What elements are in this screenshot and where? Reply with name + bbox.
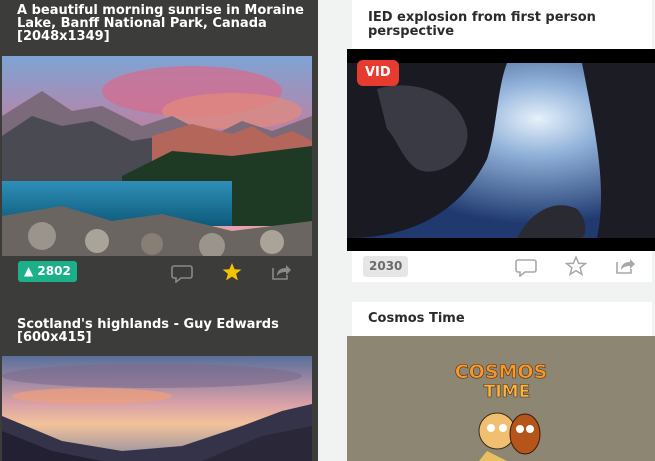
post-title[interactable]: Cosmos Time <box>352 302 652 336</box>
star-outline-icon[interactable] <box>565 256 587 276</box>
post-image-moraine-lake[interactable] <box>2 56 312 256</box>
share-icon[interactable] <box>615 256 637 276</box>
cartoon-image: COSMOS TIME <box>347 336 655 461</box>
comment-icon[interactable] <box>515 257 537 277</box>
post-title[interactable]: Scotland's highlands - Guy Edwards [600x… <box>0 312 318 356</box>
landscape-image <box>2 356 312 461</box>
logo-text-time: TIME <box>484 382 530 402</box>
post-image-cosmos-time[interactable]: COSMOS TIME <box>347 336 655 461</box>
video-badge: VID <box>357 60 399 86</box>
share-icon[interactable] <box>271 262 293 282</box>
comment-icon[interactable] <box>171 263 193 283</box>
post-title[interactable]: A beautiful morning sunrise in Moraine L… <box>0 0 318 56</box>
logo-text-cosmos: COSMOS <box>455 361 548 383</box>
post-image-scotland-highlands[interactable] <box>2 356 312 461</box>
upvote-count-badge[interactable]: ▲ 2802 <box>18 261 77 282</box>
score-count-badge[interactable]: 2030 <box>363 256 409 277</box>
star-filled-icon[interactable] <box>221 262 243 282</box>
landscape-image <box>2 56 312 256</box>
post-title[interactable]: IED explosion from first person perspect… <box>352 0 652 49</box>
